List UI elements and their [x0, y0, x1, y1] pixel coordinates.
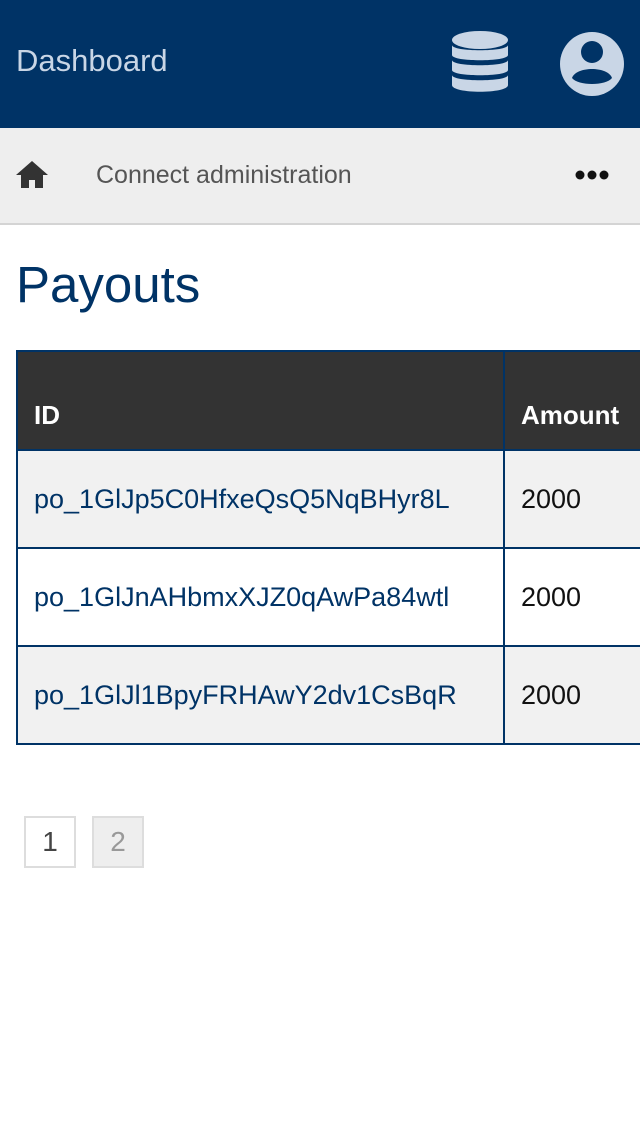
more-horizontal-icon[interactable]	[570, 164, 614, 186]
home-icon[interactable]	[14, 157, 50, 193]
app-header: Dashboard	[0, 0, 640, 128]
payout-id-link[interactable]: po_1GlJp5C0HfxeQsQ5NqBHyr8L	[34, 484, 450, 514]
page-button-2[interactable]: 2	[92, 816, 144, 868]
table-row: po_1GlJnAHbmxXJZ0qAwPa84wtl 2000	[16, 547, 640, 647]
payouts-table: ID Amount po_1GlJp5C0HfxeQsQ5NqBHyr8L 20…	[16, 350, 640, 745]
secondary-nav: Connect administration	[0, 128, 640, 225]
table-row: po_1GlJp5C0HfxeQsQ5NqBHyr8L 2000	[16, 449, 640, 549]
column-header-amount: Amount	[503, 350, 640, 451]
table-cell-amount: 2000	[503, 449, 640, 549]
table-row: po_1GlJl1BpyFRHAwY2dv1CsBqR 2000	[16, 645, 640, 745]
table-cell-id: po_1GlJnAHbmxXJZ0qAwPa84wtl	[16, 547, 505, 647]
payout-id-link[interactable]: po_1GlJnAHbmxXJZ0qAwPa84wtl	[34, 582, 449, 612]
payout-id-link[interactable]: po_1GlJl1BpyFRHAwY2dv1CsBqR	[34, 680, 457, 710]
database-icon[interactable]	[448, 28, 512, 100]
column-header-id: ID	[16, 350, 505, 451]
table-header-row: ID Amount	[16, 350, 640, 451]
page-title: Payouts	[16, 256, 201, 313]
dashboard-link[interactable]: Dashboard	[16, 42, 168, 80]
user-account-icon[interactable]	[558, 30, 626, 98]
table-cell-id: po_1GlJl1BpyFRHAwY2dv1CsBqR	[16, 645, 505, 745]
breadcrumb-connect-administration[interactable]: Connect administration	[96, 159, 352, 191]
table-cell-amount: 2000	[503, 547, 640, 647]
page-button-1[interactable]: 1	[24, 816, 76, 868]
table-cell-amount: 2000	[503, 645, 640, 745]
payouts-table-container[interactable]: ID Amount po_1GlJp5C0HfxeQsQ5NqBHyr8L 20…	[16, 350, 640, 745]
table-cell-id: po_1GlJp5C0HfxeQsQ5NqBHyr8L	[16, 449, 505, 549]
